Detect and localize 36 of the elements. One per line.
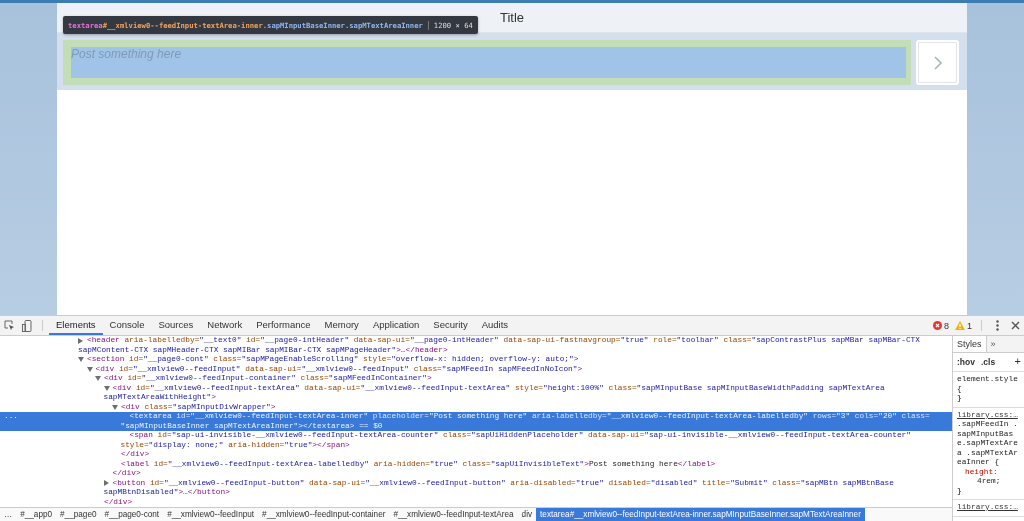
styles-tool-button[interactable]: + — [1014, 357, 1021, 367]
breadcrumb-item[interactable]: #__xmlview0--feedInput — [163, 508, 259, 521]
collapsed-triangle-icon[interactable] — [103, 480, 109, 487]
warning-count[interactable]: 1 — [952, 316, 975, 335]
chevron-right-icon — [932, 54, 943, 71]
devtools-tab[interactable]: Elements — [49, 316, 103, 335]
error-icon — [932, 321, 942, 330]
devtools-tab[interactable]: Audits — [474, 316, 516, 335]
styles-tool-button[interactable]: .cls — [980, 357, 996, 367]
expanded-triangle-icon[interactable] — [95, 376, 101, 382]
devtools-tab[interactable]: Memory — [317, 316, 366, 335]
breadcrumb-item[interactable]: textarea#__xmlview0--feedInput-textArea-inner.sapMInputBaseInner.sapMTextAreaInner — [536, 508, 865, 521]
devtools-tab[interactable]: Security — [426, 316, 475, 335]
breadcrumb-item[interactable]: … — [0, 508, 17, 521]
devtools-tab[interactable]: Network — [200, 316, 250, 335]
page-title: Title — [499, 10, 525, 25]
breadcrumb-item[interactable]: #__page0-cont — [100, 508, 164, 521]
expanded-triangle-icon[interactable] — [86, 366, 93, 372]
devtools-tab[interactable]: Application — [365, 316, 427, 335]
breadcrumb-item[interactable]: #__xmlview0--feedInput-textArea — [389, 508, 518, 521]
devtools-tab[interactable]: Sources — [151, 316, 201, 335]
styles-tab[interactable]: Styles — [953, 336, 987, 352]
styles-tool-button[interactable]: :hov — [957, 357, 975, 367]
devtools-tab[interactable]: Performance — [249, 316, 318, 335]
expanded-triangle-icon[interactable] — [78, 357, 84, 363]
devtools-tab[interactable]: Console — [102, 316, 152, 335]
breadcrumb-item[interactable]: div — [517, 508, 537, 521]
breadcrumb-item[interactable]: #__page0 — [56, 508, 101, 521]
expanded-triangle-icon[interactable] — [103, 385, 110, 391]
more-tabs-button[interactable]: » — [986, 336, 1000, 352]
collapsed-triangle-icon[interactable] — [78, 337, 83, 344]
breadcrumb-item[interactable]: #__xmlview0--feedInput-container — [258, 508, 390, 521]
breadcrumb-item[interactable]: #__app0 — [16, 508, 57, 521]
warning-icon — [955, 321, 965, 330]
expanded-triangle-icon[interactable] — [112, 404, 118, 410]
error-count[interactable]: 8 — [929, 316, 952, 335]
